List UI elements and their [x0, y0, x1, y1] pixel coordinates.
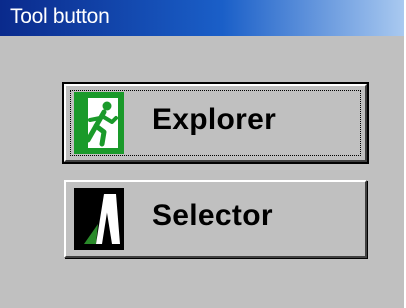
running-man-exit-icon — [74, 92, 124, 154]
title-bar[interactable]: Tool button — [0, 0, 404, 36]
window-title: Tool button — [10, 5, 110, 28]
selector-button[interactable]: Selector — [64, 180, 367, 258]
selector-button-label: Selector — [152, 199, 273, 232]
tool-button-window: Tool button Explorer Selector — [0, 0, 406, 308]
explorer-button[interactable]: Explorer — [62, 82, 369, 164]
selector-wedge-icon — [74, 188, 124, 250]
explorer-button-label: Explorer — [152, 103, 277, 136]
